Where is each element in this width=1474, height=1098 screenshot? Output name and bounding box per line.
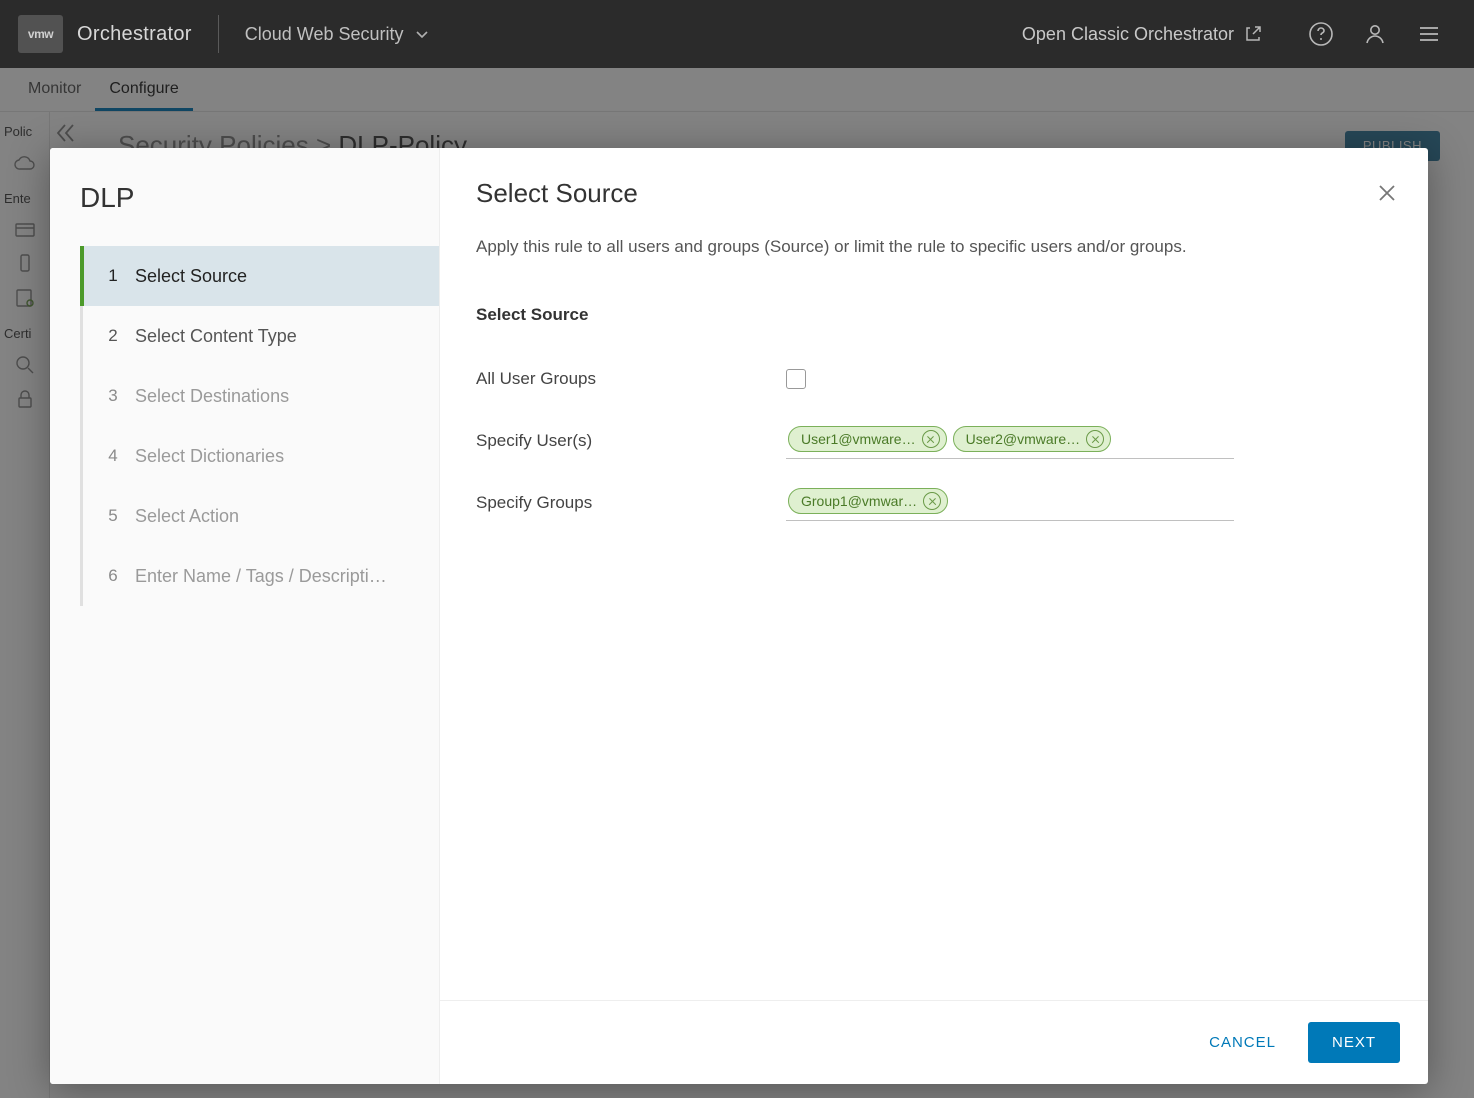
specify-groups-input[interactable]: Group1@vmwar… <box>786 484 1234 521</box>
brand-name: Orchestrator <box>77 23 218 46</box>
user-chip: User1@vmware… <box>788 426 947 452</box>
specify-users-label: Specify User(s) <box>476 431 786 451</box>
chip-label: User2@vmware… <box>966 431 1081 447</box>
wizard-title: DLP <box>50 176 439 246</box>
step-label: Select Source <box>135 266 247 287</box>
group-chip: Group1@vmwar… <box>788 488 948 514</box>
step-number: 4 <box>101 446 125 466</box>
menu-icon[interactable] <box>1416 21 1442 47</box>
step-number: 2 <box>101 326 125 346</box>
remove-chip-icon[interactable] <box>923 492 941 510</box>
wizard-step-5[interactable]: 5 Select Action <box>83 486 439 546</box>
row-specify-groups: Specify Groups Group1@vmwar… <box>476 477 1392 529</box>
wizard-step-1[interactable]: 1 Select Source <box>80 246 439 306</box>
wizard-footer: CANCEL NEXT <box>440 1000 1428 1084</box>
classic-link-label: Open Classic Orchestrator <box>1022 24 1234 45</box>
step-number: 6 <box>101 566 125 586</box>
vmw-logo: vmw <box>18 15 63 53</box>
all-user-groups-label: All User Groups <box>476 369 786 389</box>
open-classic-link[interactable]: Open Classic Orchestrator <box>1022 24 1262 45</box>
section-heading: Select Source <box>476 305 1392 325</box>
dlp-wizard-modal: DLP 1 Select Source 2 Select Content Typ… <box>50 148 1428 1084</box>
product-name: Cloud Web Security <box>245 24 404 45</box>
step-number: 3 <box>101 386 125 406</box>
wizard-step-6[interactable]: 6 Enter Name / Tags / Descripti… <box>83 546 439 606</box>
row-all-user-groups: All User Groups <box>476 353 1392 405</box>
step-number: 5 <box>101 506 125 526</box>
external-link-icon <box>1244 25 1262 43</box>
wizard-body: Select Source All User Groups Specify Us… <box>440 269 1428 1000</box>
row-specify-users: Specify User(s) User1@vmware… User2@vmwa… <box>476 415 1392 467</box>
close-button[interactable] <box>1376 182 1400 206</box>
chevron-down-icon <box>414 26 430 42</box>
next-button[interactable]: NEXT <box>1308 1022 1400 1063</box>
step-label: Select Dictionaries <box>135 446 284 467</box>
step-label: Select Action <box>135 506 239 527</box>
wizard-step-3[interactable]: 3 Select Destinations <box>83 366 439 426</box>
wizard-step-4[interactable]: 4 Select Dictionaries <box>83 426 439 486</box>
specify-users-input[interactable]: User1@vmware… User2@vmware… <box>786 422 1234 459</box>
step-number: 1 <box>101 266 125 286</box>
step-label: Select Destinations <box>135 386 289 407</box>
step-label: Select Content Type <box>135 326 297 347</box>
panel-description: Apply this rule to all users and groups … <box>476 235 1392 259</box>
chip-label: User1@vmware… <box>801 431 916 447</box>
product-dropdown[interactable]: Cloud Web Security <box>245 24 430 45</box>
wizard-steps: 1 Select Source 2 Select Content Type 3 … <box>80 246 439 606</box>
wizard-main-panel: Select Source Apply this rule to all use… <box>440 148 1428 1084</box>
cancel-button[interactable]: CANCEL <box>1195 1024 1290 1061</box>
user-chip: User2@vmware… <box>953 426 1112 452</box>
remove-chip-icon[interactable] <box>922 430 940 448</box>
divider <box>218 15 219 53</box>
app-header: vmw Orchestrator Cloud Web Security Open… <box>0 0 1474 68</box>
user-icon[interactable] <box>1362 21 1388 47</box>
wizard-step-2[interactable]: 2 Select Content Type <box>83 306 439 366</box>
specify-groups-label: Specify Groups <box>476 493 786 513</box>
all-user-groups-checkbox[interactable] <box>786 369 806 389</box>
panel-title: Select Source <box>476 178 1392 209</box>
chip-label: Group1@vmwar… <box>801 493 917 509</box>
wizard-header: Select Source Apply this rule to all use… <box>440 148 1428 269</box>
help-icon[interactable] <box>1308 21 1334 47</box>
remove-chip-icon[interactable] <box>1086 430 1104 448</box>
wizard-sidebar: DLP 1 Select Source 2 Select Content Typ… <box>50 148 440 1084</box>
step-label: Enter Name / Tags / Descripti… <box>135 566 387 587</box>
